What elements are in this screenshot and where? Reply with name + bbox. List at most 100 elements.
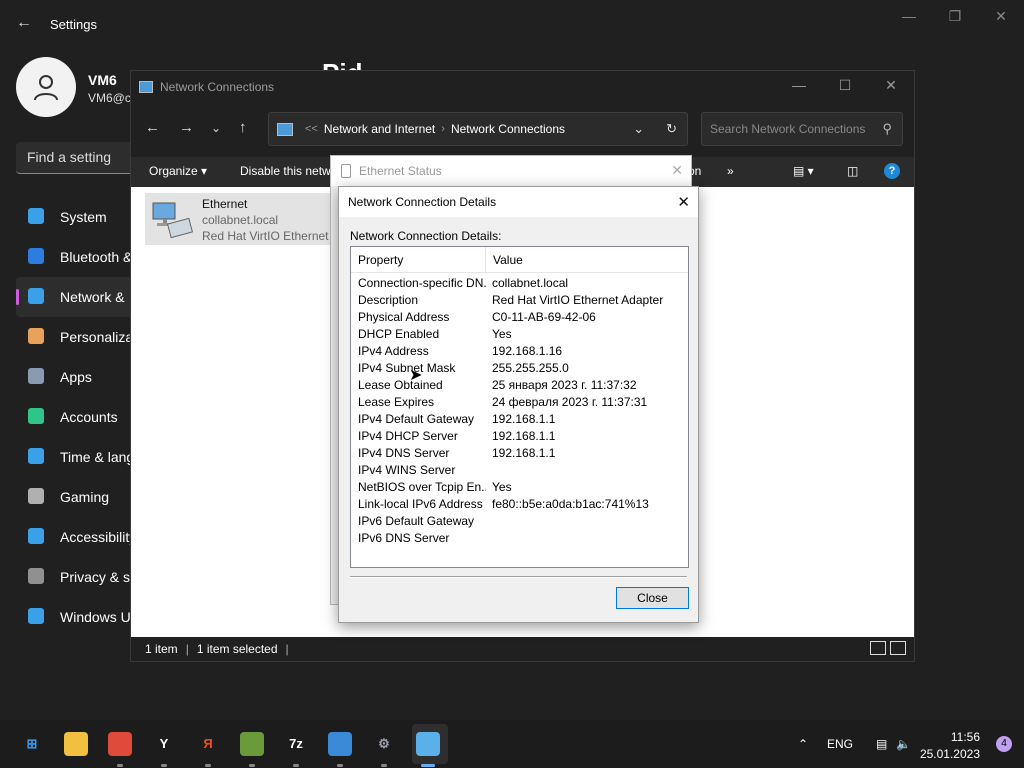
up-arrow-icon[interactable]: ↑ <box>239 119 247 136</box>
column-header-property[interactable]: Property <box>351 247 486 272</box>
sidebar-item[interactable]: Time & lang <box>16 437 136 477</box>
details-list[interactable]: Property Value Connection-specific DN...… <box>350 246 689 568</box>
file-explorer-app[interactable] <box>64 732 88 756</box>
volume-icon[interactable]: 🔈 <box>896 737 911 751</box>
list-item[interactable]: Description Red Hat VirtIO Ethernet Adapt… <box>351 293 688 310</box>
shield-icon <box>28 568 44 584</box>
language-indicator[interactable]: ENG <box>827 737 853 751</box>
settings-nav: System Bluetooth & Network & Personaliza App… <box>16 197 136 637</box>
disable-network-button[interactable]: Disable this netwo <box>240 164 337 178</box>
details-view-icon[interactable] <box>870 641 886 655</box>
search-input[interactable]: Search Network Connections ⚲ <box>701 112 903 146</box>
close-icon[interactable]: ✕ <box>671 162 683 179</box>
sidebar-item-label: Bluetooth & <box>60 249 133 265</box>
search-icon[interactable]: ⚲ <box>882 121 892 137</box>
list-item[interactable]: NetBIOS over Tcpip En... Yes <box>351 480 688 497</box>
value-cell: 24 февраля 2023 г. 11:37:31 <box>492 395 648 409</box>
preview-pane-icon[interactable]: ◫ <box>847 164 858 178</box>
maximize-icon[interactable]: ☐ <box>822 77 868 94</box>
list-item[interactable]: Lease Expires 24 февраля 2023 г. 11:37:31 <box>351 395 688 412</box>
find-setting-input[interactable]: Find a setting <box>16 142 146 174</box>
ethernet-connection-item[interactable]: Ethernet collabnet.local Red Hat VirtIO … <box>145 193 339 245</box>
network-icon[interactable]: ▤ <box>876 737 887 751</box>
sidebar-item[interactable]: Privacy & se <box>16 557 136 597</box>
list-item[interactable]: DHCP Enabled Yes <box>351 327 688 344</box>
sidebar-item[interactable]: Bluetooth & <box>16 237 136 277</box>
yandex-browser-app[interactable]: Y <box>152 732 176 756</box>
clock-time[interactable]: 11:56 <box>951 730 980 744</box>
yandex-app[interactable]: Я <box>196 732 220 756</box>
overflow-chevron-icon[interactable]: << <box>305 123 318 135</box>
list-item[interactable]: IPv4 WINS Server <box>351 463 688 480</box>
recent-chevron-down-icon[interactable]: ⌄ <box>211 121 221 135</box>
sidebar-item[interactable]: Accounts <box>16 397 136 437</box>
sidebar-item[interactable]: Apps <box>16 357 136 397</box>
large-icons-view-icon[interactable] <box>890 641 906 655</box>
organize-button[interactable]: Organize ▾ <box>149 164 207 178</box>
list-item[interactable]: IPv6 DNS Server <box>351 531 688 548</box>
property-cell: IPv6 Default Gateway <box>358 514 475 528</box>
address-bar[interactable]: << Network and Internet › Network Connec… <box>268 112 688 146</box>
list-item[interactable]: Link-local IPv6 Address fe80::b5e:a0da:b1… <box>351 497 688 514</box>
sidebar-item[interactable]: Accessibility <box>16 517 136 557</box>
more-commands-icon[interactable]: » <box>727 164 734 178</box>
list-item[interactable]: IPv6 Default Gateway <box>351 514 688 531</box>
update-icon <box>28 608 44 624</box>
address-dropdown-icon[interactable]: ⌄ <box>633 121 644 137</box>
list-item[interactable]: IPv4 Address 192.168.1.16 <box>351 344 688 361</box>
minecraft-app[interactable] <box>240 732 264 756</box>
list-item[interactable]: IPv4 DNS Server 192.168.1.1 <box>351 446 688 463</box>
sidebar-item[interactable]: Gaming <box>16 477 136 517</box>
avatar[interactable] <box>16 57 76 117</box>
sidebar-item[interactable]: Personaliza <box>16 317 136 357</box>
refresh-icon[interactable]: ↻ <box>666 121 677 137</box>
list-item[interactable]: IPv4 Subnet Mask 255.255.255.0 <box>351 361 688 378</box>
start-button[interactable]: ⊞ <box>20 732 44 756</box>
list-item[interactable]: Lease Obtained 25 января 2023 г. 11:37:32 <box>351 378 688 395</box>
minimize-icon[interactable]: — <box>886 8 932 25</box>
close-icon[interactable]: ✕ <box>868 77 914 94</box>
list-item[interactable]: Connection-specific DN... collabnet.local <box>351 276 688 293</box>
gamepad-icon <box>28 488 44 504</box>
list-item[interactable]: IPv4 DHCP Server 192.168.1.1 <box>351 429 688 446</box>
settings-app[interactable]: ⚙ <box>372 732 396 756</box>
chevron-up-icon[interactable]: ⌃ <box>798 737 808 751</box>
sidebar-item[interactable]: Windows U <box>16 597 136 637</box>
change-view-icon[interactable]: ▤ ▾ <box>793 164 814 178</box>
notification-badge[interactable]: 4 <box>996 736 1012 752</box>
clock-date[interactable]: 25.01.2023 <box>920 747 980 761</box>
breadcrumb-network-connections[interactable]: Network Connections <box>451 122 565 136</box>
minimize-icon[interactable]: — <box>776 77 822 94</box>
help-icon[interactable]: ? <box>884 163 900 179</box>
clock-globe-icon <box>28 448 44 464</box>
monitor-icon <box>28 208 44 224</box>
column-header-value[interactable]: Value <box>486 247 523 272</box>
close-icon[interactable]: ✕ <box>978 8 1024 25</box>
back-arrow-icon[interactable]: ← <box>145 119 160 136</box>
network-connection-details-dialog: Network Connection Details ✕ Network Con… <box>338 186 699 623</box>
list-item[interactable]: IPv4 Default Gateway 192.168.1.1 <box>351 412 688 429</box>
close-button[interactable]: Close <box>616 587 689 609</box>
sidebar-item[interactable]: System <box>16 197 136 237</box>
sidebar-item-label: Privacy & se <box>60 569 136 585</box>
control-panel-app[interactable] <box>416 732 440 756</box>
list-item[interactable]: Physical Address C0-11-AB-69-42-06 <box>351 310 688 327</box>
maximize-icon[interactable]: ❐ <box>932 8 978 25</box>
dropdown-arrow-icon: ▾ <box>201 164 208 178</box>
running-indicator <box>205 764 211 767</box>
value-cell: 192.168.1.16 <box>492 344 563 358</box>
network-app[interactable] <box>328 732 352 756</box>
close-icon[interactable]: ✕ <box>677 193 690 211</box>
sidebar-item-label: Network & <box>60 289 125 305</box>
breadcrumb-network-and-internet[interactable]: Network and Internet <box>324 122 435 136</box>
running-indicator <box>337 764 343 767</box>
chrome-app[interactable] <box>108 732 132 756</box>
taskbar: ⊞ Y Я 7z ⚙ ⌃ ENG ▤ 🔈 11:56 25.01.2023 4 <box>0 720 1024 768</box>
details-rows: Connection-specific DN... collabnet.local… <box>351 273 688 548</box>
sidebar-item[interactable]: Network & <box>16 277 136 317</box>
back-arrow-icon[interactable]: ← <box>16 14 32 32</box>
network-adapter-icon <box>152 202 193 239</box>
forward-arrow-icon[interactable]: → <box>179 119 194 136</box>
running-indicator <box>161 764 167 767</box>
7zip-app[interactable]: 7z <box>284 732 308 756</box>
